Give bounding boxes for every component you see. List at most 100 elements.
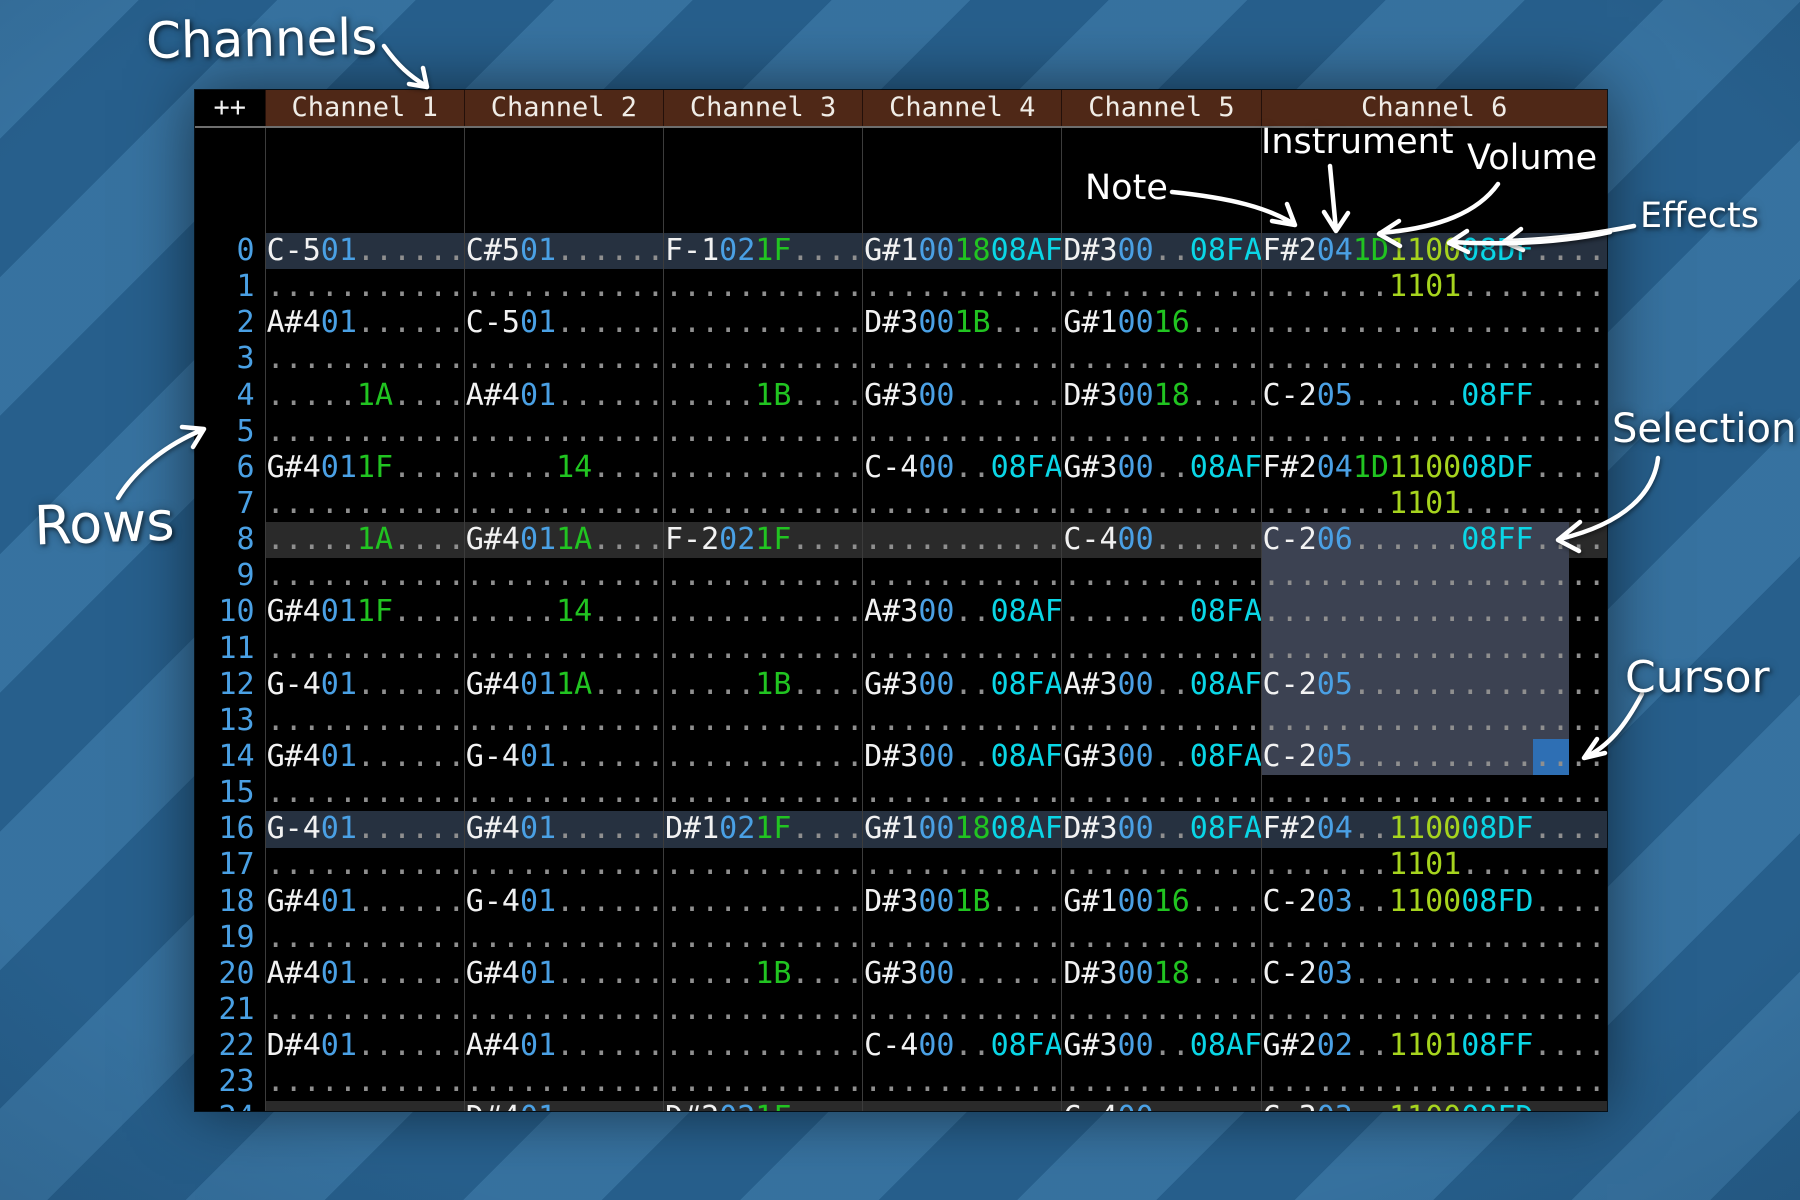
pattern-cell[interactable]: ........... [862,522,1061,558]
pattern-cell[interactable]: .......1101........ [1261,847,1607,883]
pattern-cell[interactable]: ........... [464,847,663,883]
pattern-cell[interactable]: ........... [1061,631,1260,667]
pattern-cell[interactable]: A#401...... [464,378,663,414]
pattern-cell[interactable]: ................... [1261,594,1607,630]
pattern-cell[interactable]: C-205.............. [1261,739,1607,775]
pattern-cell[interactable]: D#30018.... [1061,956,1260,992]
pattern-cell[interactable]: ........... [464,414,663,450]
pattern-cell[interactable]: ........... [464,558,663,594]
pattern-cell[interactable]: G#1001808AF [862,233,1061,269]
pattern-cell[interactable]: ........... [1061,1064,1260,1100]
pattern-cell[interactable]: ................... [1261,703,1607,739]
pattern-cell[interactable]: C-203..110008FD.... [1261,884,1607,920]
pattern-cell[interactable]: G-401...... [265,667,464,703]
pattern-cell[interactable]: ........... [464,631,663,667]
pattern-cell[interactable]: F#204..110008DF.... [1261,811,1607,847]
pattern-cell[interactable]: ........... [265,558,464,594]
pattern-cell[interactable]: ........... [663,920,862,956]
pattern-cell[interactable]: ........... [1061,920,1260,956]
pattern-cell[interactable]: ........... [862,775,1061,811]
pattern-cell[interactable]: .....14.... [464,450,663,486]
pattern-cell[interactable]: .......1101........ [1261,269,1607,305]
pattern-cell[interactable]: ........... [1061,486,1260,522]
pattern-cell[interactable]: ........... [1061,992,1260,1028]
pattern-cell[interactable]: ........... [265,269,464,305]
pattern-cell[interactable]: C-400..08FA [862,1028,1061,1064]
pattern-cell[interactable]: ........... [862,341,1061,377]
pattern-cell[interactable]: G#1001808AF [862,811,1061,847]
pattern-cell[interactable]: G#401...... [265,739,464,775]
pattern-cell[interactable]: G#300..08FA [862,667,1061,703]
pattern-cell[interactable]: ........... [663,1028,862,1064]
pattern-cell[interactable]: ........... [862,1064,1061,1100]
pattern-cell[interactable]: ................... [1261,414,1607,450]
pattern-cell[interactable]: G#401...... [265,884,464,920]
pattern-cell[interactable]: .....1A.... [265,378,464,414]
pattern-cell[interactable]: C-400...... [1061,1100,1260,1111]
pattern-cell[interactable]: G#300..08FA [1061,739,1260,775]
pattern-cell[interactable]: ........... [1061,703,1260,739]
pattern-cell[interactable]: ........... [265,486,464,522]
pattern-cell[interactable]: ................... [1261,341,1607,377]
pattern-cell[interactable]: F#2041D110008DF.... [1261,233,1607,269]
pattern-cell[interactable]: ........... [862,703,1061,739]
pattern-cell[interactable]: D#3001B.... [862,884,1061,920]
pattern-cell[interactable]: G#4011A.... [464,522,663,558]
pattern-cell[interactable]: G#4011A.... [464,667,663,703]
pattern-cell[interactable]: ........... [1061,847,1260,883]
pattern-cell[interactable]: .....1B.... [663,667,862,703]
pattern-cell[interactable]: .....1A.... [265,522,464,558]
pattern-cell[interactable]: F-2021F.... [663,522,862,558]
pattern-cell[interactable]: ........... [663,450,862,486]
pattern-cell[interactable]: G-401...... [265,811,464,847]
pattern-cell[interactable]: ........... [265,920,464,956]
pattern-cell[interactable]: C-205.............. [1261,667,1607,703]
pattern-cell[interactable]: ........... [663,341,862,377]
pattern-cell[interactable]: ........... [663,884,862,920]
pattern-cell[interactable]: ........... [862,631,1061,667]
pattern-cell[interactable]: ........... [464,920,663,956]
pattern-cell[interactable]: ........... [1061,558,1260,594]
pattern-cell[interactable]: G#202..110108FF.... [1261,1028,1607,1064]
pattern-cell[interactable]: ........... [862,269,1061,305]
channel-header[interactable]: Channel 6 [1261,90,1607,126]
pattern-cell[interactable]: A#300..08AF [1061,667,1260,703]
channel-header[interactable]: Channel 5 [1061,90,1260,126]
pattern-cell[interactable]: ........... [464,992,663,1028]
pattern-cell[interactable]: .....1B.... [663,378,862,414]
pattern-cell[interactable]: C-206......08FF.... [1261,522,1607,558]
pattern-cell[interactable]: ........... [265,1064,464,1100]
pattern-cell[interactable]: D#30018.... [1061,378,1260,414]
pattern-cell[interactable]: D#2021F.... [663,1100,862,1111]
pattern-cell[interactable]: D#300..08FA [1061,811,1260,847]
pattern-cell[interactable]: ........... [663,992,862,1028]
pattern-cell[interactable]: ................... [1261,1064,1607,1100]
pattern-cell[interactable]: ........... [663,594,862,630]
pattern-cell[interactable]: ........... [1061,414,1260,450]
pattern-cell[interactable]: G-401...... [464,739,663,775]
pattern-cell[interactable]: A#401...... [464,1028,663,1064]
pattern-cell[interactable]: .....14.... [464,594,663,630]
pattern-cell[interactable]: ........... [663,558,862,594]
pattern-cell[interactable]: C-501...... [265,233,464,269]
channel-header[interactable]: Channel 1 [265,90,464,126]
pattern-cell[interactable]: D#300..08AF [862,739,1061,775]
pattern-cell[interactable]: ........... [862,920,1061,956]
pattern-cell[interactable]: A#401...... [265,956,464,992]
pattern-cell[interactable]: ........... [663,847,862,883]
pattern-cell[interactable]: G#401...... [464,811,663,847]
pattern-cell[interactable]: D#401...... [265,1028,464,1064]
pattern-cell[interactable]: ........... [663,775,862,811]
pattern-cell[interactable]: .......08FA [1061,594,1260,630]
pattern-cell[interactable]: ........... [663,269,862,305]
pattern-cell[interactable]: G#300..08AF [1061,450,1260,486]
pattern-cell[interactable]: D#3001B.... [862,305,1061,341]
pattern-cell[interactable]: ........... [265,414,464,450]
pattern-cell[interactable]: ........... [862,1100,1061,1111]
pattern-cell[interactable]: C#501...... [464,233,663,269]
pattern-cell[interactable]: ........... [464,775,663,811]
pattern-cell[interactable]: D#300..08FA [1061,233,1260,269]
pattern-cell[interactable]: ................... [1261,631,1607,667]
pattern-cell[interactable]: F#2041D110008DF.... [1261,450,1607,486]
pattern-cell[interactable]: C-400..08FA [862,450,1061,486]
